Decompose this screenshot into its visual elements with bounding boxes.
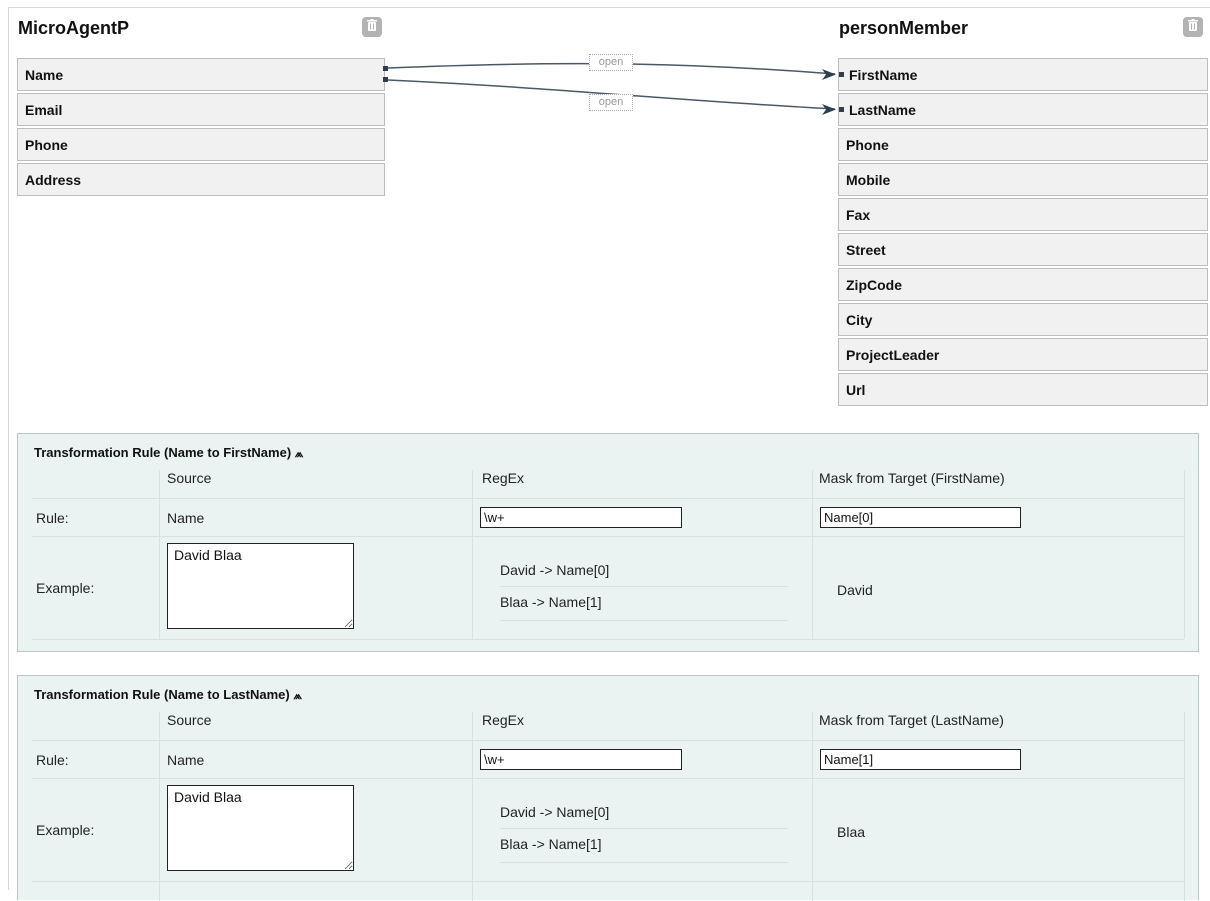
rule-row-label: Rule: xyxy=(36,510,69,526)
transformation-rule-panel: Transformation Rule (Name to LastName) ⩕… xyxy=(17,675,1199,901)
column-divider xyxy=(1184,712,1185,901)
example-textarea[interactable]: David Blaa xyxy=(167,543,354,629)
regex-input[interactable] xyxy=(480,507,682,528)
canvas-border-left xyxy=(8,7,9,890)
regex-column-header: RegEx xyxy=(482,712,525,728)
column-divider xyxy=(472,470,473,639)
column-divider xyxy=(159,712,160,901)
example-row-label: Example: xyxy=(36,580,95,596)
column-divider xyxy=(472,712,473,901)
source-field-name[interactable]: Name xyxy=(17,58,385,91)
regex-match-item: David -> Name[0] xyxy=(500,562,610,578)
regex-input[interactable] xyxy=(480,749,682,770)
connection-label-open[interactable]: open xyxy=(589,54,633,71)
regex-column-header: RegEx xyxy=(482,470,525,486)
target-entity-title: personMember xyxy=(839,18,969,38)
regex-match-item: Blaa -> Name[1] xyxy=(500,836,602,852)
mask-result: David xyxy=(837,582,873,598)
source-column-header: Source xyxy=(167,470,212,486)
rule-title: Transformation Rule (Name to LastName) xyxy=(34,687,290,702)
column-divider xyxy=(159,470,160,639)
trash-icon xyxy=(1188,18,1198,36)
double-chevron-up-icon[interactable]: ⩕ xyxy=(293,690,302,702)
target-entity-delete-button[interactable] xyxy=(1183,17,1203,37)
rule-source-value: Name xyxy=(167,752,205,768)
rule-panel-header[interactable]: Transformation Rule (Name to FirstName) … xyxy=(34,445,303,461)
source-entity-title: MicroAgentP xyxy=(18,18,130,38)
target-field-url[interactable]: Url xyxy=(838,373,1208,406)
target-field-city[interactable]: City xyxy=(838,303,1208,336)
regex-match-item: David -> Name[0] xyxy=(500,804,610,820)
connection-arrow-firstname xyxy=(822,69,836,80)
rule-panel-header[interactable]: Transformation Rule (Name to LastName) ⩕ xyxy=(34,687,302,703)
match-divider xyxy=(500,862,788,863)
source-field-address[interactable]: Address xyxy=(17,163,385,196)
transformation-rule-panel: Transformation Rule (Name to FirstName) … xyxy=(17,433,1199,652)
source-field-phone[interactable]: Phone xyxy=(17,128,385,161)
connection-label-open[interactable]: open xyxy=(589,94,633,111)
rule-row-label: Rule: xyxy=(36,752,69,768)
rule-source-value: Name xyxy=(167,510,205,526)
canvas-border-top xyxy=(8,7,1210,8)
mask-column-header: Mask from Target (FirstName) xyxy=(819,470,1005,486)
target-field-street[interactable]: Street xyxy=(838,233,1208,266)
source-entity-delete-button[interactable] xyxy=(362,17,382,37)
target-field-fax[interactable]: Fax xyxy=(838,198,1208,231)
row-divider xyxy=(32,740,1184,741)
trash-icon xyxy=(367,18,377,36)
column-divider xyxy=(812,712,813,901)
row-divider xyxy=(32,881,1184,882)
match-divider xyxy=(500,620,788,621)
mask-column-header: Mask from Target (LastName) xyxy=(819,712,1004,728)
row-divider xyxy=(32,778,1184,779)
regex-match-item: Blaa -> Name[1] xyxy=(500,594,602,610)
column-divider xyxy=(1184,470,1185,639)
double-chevron-up-icon[interactable]: ⩕ xyxy=(295,448,304,460)
match-divider xyxy=(500,586,788,587)
target-field-lastname[interactable]: LastName xyxy=(838,93,1208,126)
rule-title: Transformation Rule (Name to FirstName) xyxy=(34,445,292,460)
match-divider xyxy=(500,828,788,829)
target-field-firstname[interactable]: FirstName xyxy=(838,58,1208,91)
source-connector-handle[interactable] xyxy=(383,66,388,71)
target-connector-handle[interactable] xyxy=(839,72,844,77)
row-divider xyxy=(32,639,1184,640)
source-connector-handle[interactable] xyxy=(383,77,388,82)
row-divider xyxy=(32,536,1184,537)
target-field-mobile[interactable]: Mobile xyxy=(838,163,1208,196)
column-divider xyxy=(812,470,813,639)
source-column-header: Source xyxy=(167,712,212,728)
mask-input[interactable] xyxy=(820,749,1021,770)
target-field-phone[interactable]: Phone xyxy=(838,128,1208,161)
target-connector-handle[interactable] xyxy=(839,107,844,112)
target-field-projectleader[interactable]: ProjectLeader xyxy=(838,338,1208,371)
example-textarea[interactable]: David Blaa xyxy=(167,785,354,871)
connection-arrow-lastname xyxy=(822,104,836,115)
row-divider xyxy=(32,498,1184,499)
mask-result: Blaa xyxy=(837,824,866,840)
target-field-zipcode[interactable]: ZipCode xyxy=(838,268,1208,301)
mask-input[interactable] xyxy=(820,507,1021,528)
example-row-label: Example: xyxy=(36,822,95,838)
source-field-email[interactable]: Email xyxy=(17,93,385,126)
